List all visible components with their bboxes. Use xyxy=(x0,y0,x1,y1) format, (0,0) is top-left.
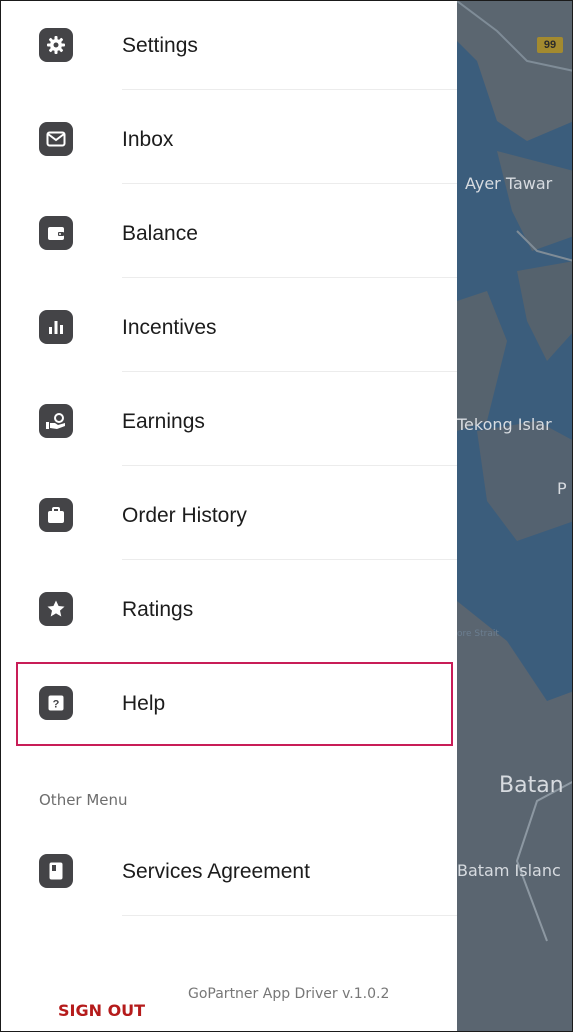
wallet-icon xyxy=(39,216,73,250)
navigation-drawer: Settings Inbox Balance Incentives Earnin… xyxy=(1,1,457,1031)
menu-item-label: Inbox xyxy=(122,128,174,151)
menu-item-label: Order History xyxy=(122,504,247,527)
menu-item-ratings[interactable]: Ratings xyxy=(1,565,457,659)
map-label: Batam Islanc xyxy=(457,861,561,880)
divider xyxy=(122,183,457,184)
sign-out-button[interactable]: SIGN OUT xyxy=(58,1001,145,1021)
menu-item-label: Earnings xyxy=(122,410,205,433)
section-label-other-menu: Other Menu xyxy=(39,791,128,809)
menu-item-inbox[interactable]: Inbox xyxy=(1,95,457,189)
menu-item-order-history[interactable]: Order History xyxy=(1,471,457,565)
map-label: Ayer Tawar xyxy=(465,174,553,193)
map-label: ore Strait xyxy=(457,629,499,639)
menu-item-label: Incentives xyxy=(122,316,217,339)
app-screen: 99 Ayer Tawar Tekong Islar P ore Strait … xyxy=(0,0,573,1032)
map-background[interactable]: 99 Ayer Tawar Tekong Islar P ore Strait … xyxy=(457,1,572,1031)
menu-item-label: Settings xyxy=(122,34,198,57)
highlight-box xyxy=(16,662,453,746)
menu-item-label: Ratings xyxy=(122,598,194,621)
gear-icon xyxy=(39,28,73,62)
divider xyxy=(122,277,457,278)
map-label: Tekong Islar xyxy=(457,415,552,434)
divider xyxy=(122,915,457,916)
envelope-icon xyxy=(39,122,73,156)
document-icon xyxy=(39,854,73,888)
road-number-badge: 99 xyxy=(537,37,563,53)
menu-item-balance[interactable]: Balance xyxy=(1,189,457,283)
hand-coin-icon xyxy=(39,404,73,438)
menu-item-settings[interactable]: Settings xyxy=(1,1,457,95)
divider xyxy=(122,559,457,560)
bar-chart-icon xyxy=(39,310,73,344)
menu-item-earnings[interactable]: Earnings xyxy=(1,377,457,471)
divider xyxy=(122,465,457,466)
briefcase-icon xyxy=(39,498,73,532)
divider xyxy=(122,89,457,90)
menu-item-incentives[interactable]: Incentives xyxy=(1,283,457,377)
divider xyxy=(122,371,457,372)
map-label: P xyxy=(557,479,567,498)
menu-item-label: Balance xyxy=(122,222,198,245)
menu-item-label: Services Agreement xyxy=(122,860,310,883)
app-version-text: GoPartner App Driver v.1.0.2 xyxy=(188,986,390,1002)
menu-item-services-agreement[interactable]: Services Agreement xyxy=(1,824,457,918)
star-icon xyxy=(39,592,73,626)
map-label: Batan xyxy=(499,773,564,798)
